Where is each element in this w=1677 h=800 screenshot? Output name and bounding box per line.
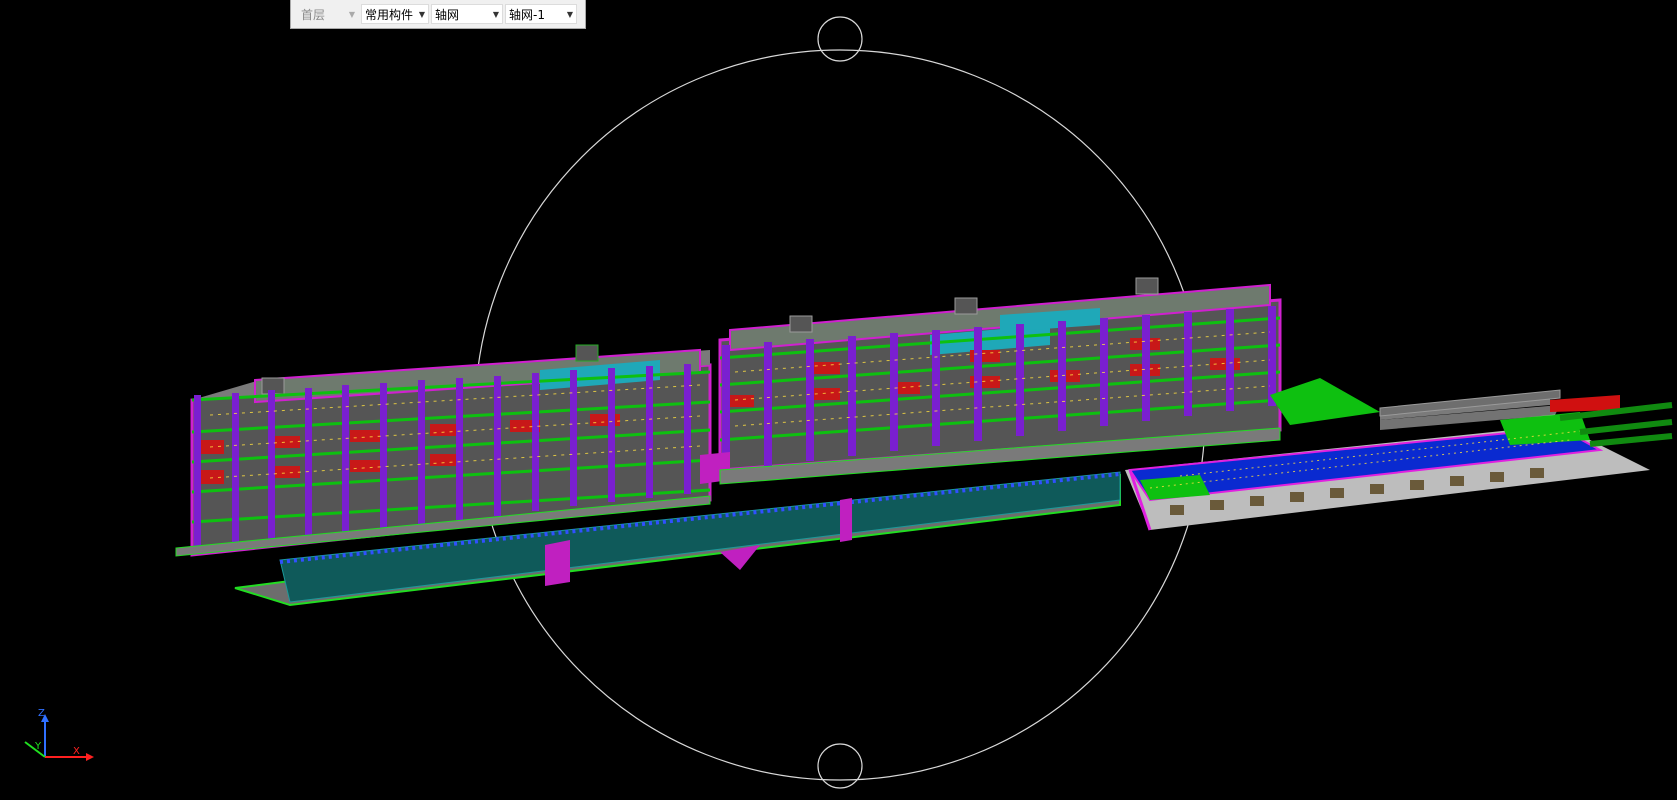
axis-label-x: X: [73, 746, 80, 757]
floor-dropdown-value: 首层: [301, 7, 326, 22]
element-value: 轴网-1: [509, 7, 545, 22]
building-model: [175, 277, 1673, 607]
chevron-down-icon: ▼: [418, 9, 425, 19]
axis-label-z: Z: [38, 708, 45, 719]
xyz-axis-triad-icon: Z Y X: [24, 708, 94, 761]
chevron-down-icon: ▼: [348, 9, 355, 19]
component-type-dropdown[interactable]: 常用构件 ▼: [361, 4, 429, 24]
category-dropdown[interactable]: 轴网 ▼: [431, 4, 503, 24]
element-filter-toolbar: 首层 ▼ 常用构件 ▼ 轴网 ▼ 轴网-1 ▼: [290, 0, 586, 29]
category-value: 轴网: [435, 7, 460, 22]
component-type-value: 常用构件: [365, 7, 414, 22]
chevron-down-icon: ▼: [566, 9, 573, 19]
chevron-down-icon: ▼: [492, 9, 499, 19]
axis-label-y: Y: [34, 741, 42, 752]
floor-dropdown[interactable]: 首层 ▼: [297, 4, 359, 24]
right-tower: [700, 277, 1282, 485]
3d-viewport[interactable]: Z Y X: [0, 0, 1677, 800]
element-dropdown[interactable]: 轴网-1 ▼: [505, 4, 577, 24]
